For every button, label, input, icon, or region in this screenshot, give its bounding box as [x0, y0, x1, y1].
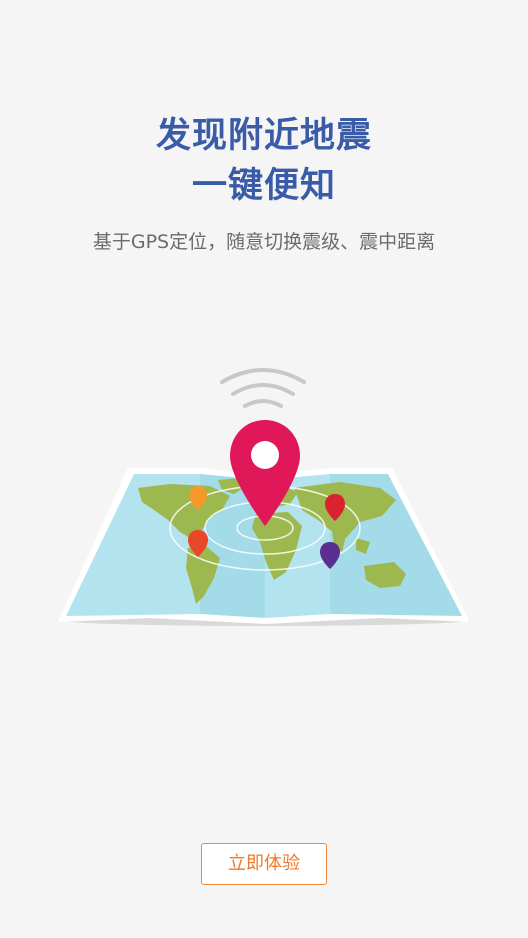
signal-icon [220, 368, 306, 408]
subtitle: 基于GPS定位，随意切换震级、震中距离 [92, 231, 436, 253]
world-map-illustration [58, 368, 470, 626]
try-now-button[interactable]: 立即体验 [201, 843, 327, 885]
headline-line-2: 一键便知 [191, 166, 336, 206]
headline-line-1: 发现附近地震 [155, 116, 372, 156]
